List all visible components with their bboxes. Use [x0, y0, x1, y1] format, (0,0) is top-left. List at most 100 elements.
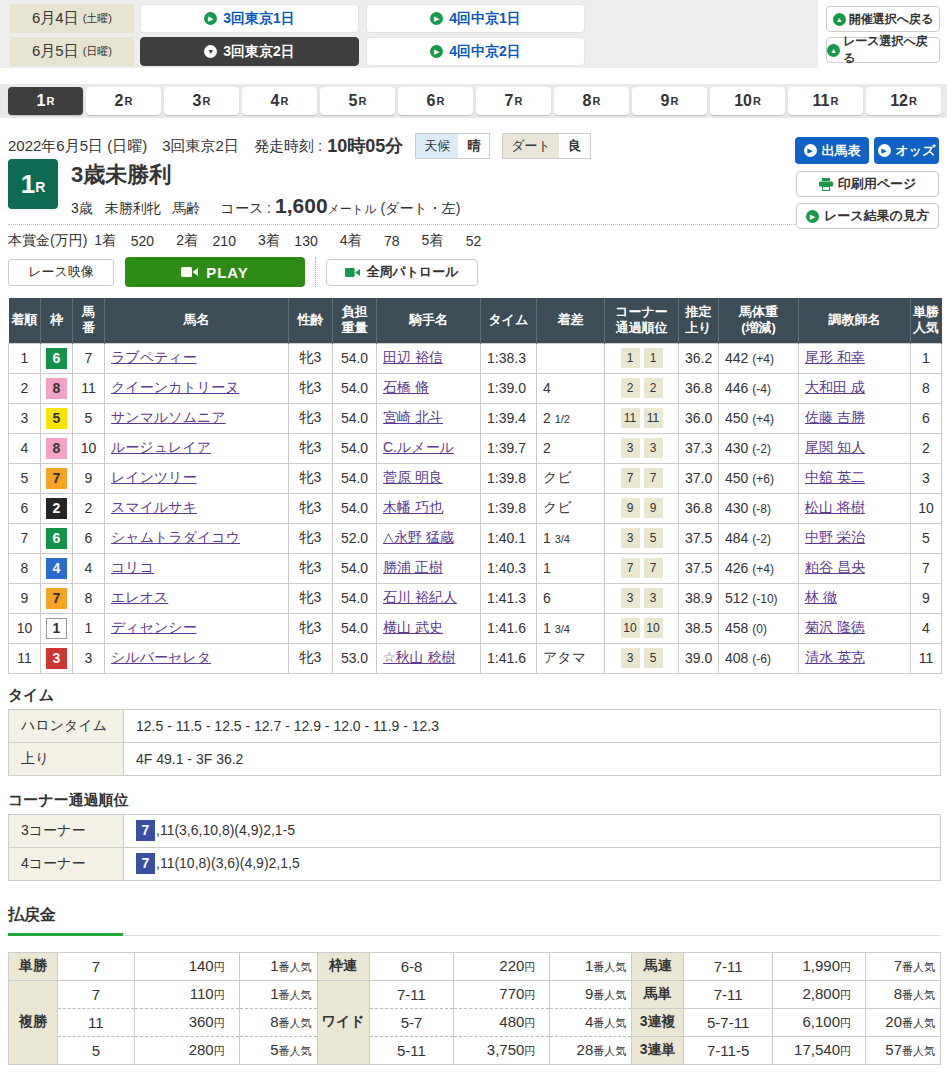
trainer-link[interactable]: 林 徹: [805, 589, 837, 605]
payout-combination: 7-11: [369, 980, 454, 1008]
payout-row: 単勝7140円1番人気枠連6-8220円1番人気馬連7-111,990円7番人気: [9, 952, 941, 980]
prize-amount: 210: [198, 233, 236, 249]
trainer-link[interactable]: 菊沢 隆徳: [805, 619, 865, 635]
jockey-link[interactable]: C.ルメール: [383, 439, 454, 455]
jockey-link[interactable]: △永野 猛蔵: [383, 529, 454, 545]
finish-position: 4: [9, 433, 41, 463]
meeting-button-tokyo-day1[interactable]: ▶3回東京1日: [140, 4, 359, 33]
race-tab-12r[interactable]: 12R: [866, 87, 941, 115]
horse-link[interactable]: ディセンシー: [111, 619, 197, 635]
trainer-link[interactable]: 大和田 成: [805, 379, 865, 395]
jockey-link[interactable]: 田辺 裕信: [383, 349, 443, 365]
body-weight: 450 (+4): [719, 403, 799, 433]
jockey-name: C.ルメール: [377, 433, 481, 463]
trainer-link[interactable]: 尾関 知人: [805, 439, 865, 455]
payout-amount: 110円: [134, 980, 239, 1008]
date-label-sunday: 6月5日(日曜): [10, 37, 134, 66]
corner-position-box: 3: [621, 648, 640, 668]
race-tab-11r[interactable]: 11R: [788, 87, 863, 115]
jockey-link[interactable]: 宮崎 北斗: [383, 409, 443, 425]
odds-button[interactable]: ▶オッズ: [874, 137, 939, 164]
estimated-last-3f: 37.0: [679, 463, 719, 493]
arrow-right-circle-icon: ▶: [806, 210, 819, 223]
trainer-link[interactable]: 粕谷 昌央: [805, 559, 865, 575]
divider: [8, 224, 890, 225]
jockey-name: 石川 裕紀人: [377, 583, 481, 613]
jockey-link[interactable]: 木幡 巧也: [383, 499, 443, 515]
trainer-link[interactable]: 尾形 和幸: [805, 349, 865, 365]
results-column-header: 調教師名: [799, 298, 911, 343]
jockey-name: 宮崎 北斗: [377, 403, 481, 433]
video-row: レース映像 PLAY 全周パトロール: [8, 257, 947, 287]
race-tab-10r[interactable]: 10R: [710, 87, 785, 115]
jockey-link[interactable]: 石橋 脩: [383, 379, 429, 395]
payout-combination: 5-7: [369, 1008, 454, 1036]
payout-type-label: 3連単: [632, 1036, 684, 1064]
trainer-link[interactable]: 清水 英克: [805, 649, 865, 665]
horse-link[interactable]: レインツリー: [111, 469, 197, 485]
horse-link[interactable]: サンマルソムニア: [111, 409, 226, 425]
horse-link[interactable]: ラブペティー: [111, 349, 197, 365]
horse-link[interactable]: スマイルサキ: [111, 499, 197, 515]
corner-position-box: 3: [644, 438, 663, 458]
jockey-link[interactable]: 菅原 明良: [383, 469, 443, 485]
track-label: ダート: [503, 134, 559, 158]
horse-link[interactable]: エレオス: [111, 589, 168, 605]
prize-place-label: 2着: [176, 232, 198, 250]
race-tab-3r[interactable]: 3R: [164, 87, 239, 115]
trainer-link[interactable]: 佐藤 吉勝: [805, 409, 865, 425]
horse-link[interactable]: シルバーセレタ: [111, 649, 211, 665]
results-column-header: 騎手名: [377, 298, 481, 343]
race-title: 3歳未勝利: [71, 160, 460, 190]
race-tab-2r[interactable]: 2R: [86, 87, 161, 115]
carried-weight: 54.0: [333, 613, 377, 643]
corner-positions: 1010: [605, 613, 679, 643]
race-tab-6r[interactable]: 6R: [398, 87, 473, 115]
race-conditions: 3歳 未勝利牝 馬齢 コース : 1,600 メートル (ダート・左): [71, 194, 460, 218]
jockey-link[interactable]: 石川 裕紀人: [383, 589, 457, 605]
race-tab-7r[interactable]: 7R: [476, 87, 551, 115]
meeting-button-chukyo-day2[interactable]: ▶4回中京2日: [366, 37, 585, 66]
race-tab-1r[interactable]: 1R: [8, 87, 83, 115]
date-selector-bar: 6月4日(土曜) 6月5日(日曜) ▶3回東京1日 ▶4回中京1日 ▼3回東京2…: [0, 0, 947, 70]
body-weight: 430 (-8): [719, 493, 799, 523]
race-tab-9r[interactable]: 9R: [632, 87, 707, 115]
trainer-link[interactable]: 中野 栄治: [805, 529, 865, 545]
bracket-number: 1: [41, 613, 73, 643]
payout-popularity: 1番人気: [550, 952, 632, 980]
result-row: 978エレオス牝354.0石川 裕紀人1:41.363338.9512 (-10…: [9, 583, 942, 613]
meeting-button-tokyo-day2-selected[interactable]: ▼3回東京2日: [140, 37, 359, 66]
horse-link[interactable]: クイーンカトリーヌ: [111, 379, 239, 395]
race-tab-5r[interactable]: 5R: [320, 87, 395, 115]
jockey-link[interactable]: ☆秋山 稔樹: [383, 649, 455, 665]
jockey-link[interactable]: 横山 武史: [383, 619, 443, 635]
horse-link[interactable]: コリコ: [111, 559, 154, 575]
estimated-last-3f: 37.5: [679, 553, 719, 583]
margin: 1 3/4: [537, 523, 605, 553]
win-popularity: 5: [911, 523, 942, 553]
race-tab-4r[interactable]: 4R: [242, 87, 317, 115]
play-button[interactable]: PLAY: [125, 257, 305, 287]
entry-table-button[interactable]: ▶出馬表: [795, 137, 869, 164]
horse-link[interactable]: ルージュレイア: [111, 439, 211, 455]
prize-money-line: 本賞金(万円) 1着5202着2103着1304着785着52: [8, 231, 939, 251]
back-to-meeting-select-button[interactable]: ▲開催選択へ戻る: [826, 6, 940, 32]
jockey-link[interactable]: 勝浦 正樹: [383, 559, 443, 575]
arrow-right-circle-icon: ▶: [204, 12, 217, 25]
print-page-button[interactable]: 印刷用ページ: [796, 171, 939, 197]
margin: アタマ: [537, 643, 605, 673]
meeting-button-chukyo-day1[interactable]: ▶4回中京1日: [366, 4, 585, 33]
trainer-name: 中野 栄治: [799, 523, 911, 553]
jockey-name: 菅原 明良: [377, 463, 481, 493]
bracket-color-box: 2: [46, 498, 67, 519]
prize-place-label: 4着: [340, 232, 362, 250]
trainer-link[interactable]: 中舘 英二: [805, 469, 865, 485]
race-tab-8r[interactable]: 8R: [554, 87, 629, 115]
patrol-video-button[interactable]: 全周パトロール: [326, 259, 478, 286]
back-to-race-select-button[interactable]: ▲レース選択へ戻る: [826, 37, 940, 63]
trainer-link[interactable]: 松山 将樹: [805, 499, 865, 515]
results-guide-button[interactable]: ▶レース結果の見方: [796, 203, 939, 229]
corner-position-box: 10: [644, 618, 663, 638]
horse-link[interactable]: シャムトラダイコウ: [111, 529, 240, 545]
bracket-color-box: 7: [46, 468, 67, 489]
